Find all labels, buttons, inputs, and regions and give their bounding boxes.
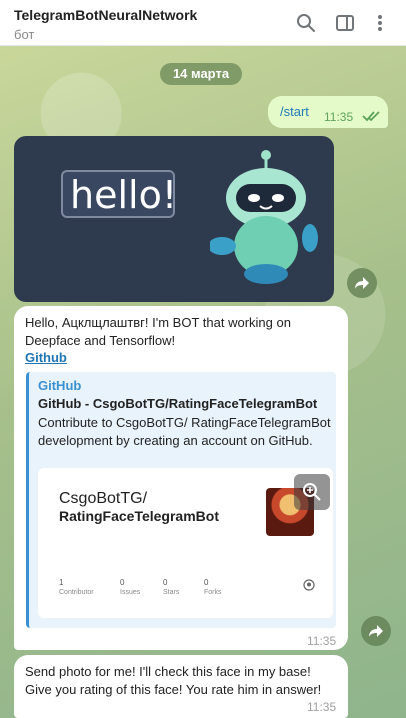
preview-description: Contribute to CsgoBotTG/ RatingFaceTeleg…	[38, 415, 331, 448]
outgoing-message[interactable]: /start 11:35	[268, 96, 388, 128]
forward-arrow-icon	[369, 625, 383, 637]
repo-name: RatingFaceTelegramBot	[59, 508, 219, 524]
double-check-icon	[362, 111, 380, 122]
message-text[interactable]: Hello, Ацклщлаштвг! I'm BOT that working…	[25, 314, 325, 350]
stat-stars: 0 Stars	[163, 578, 179, 596]
message-time: 11:35	[307, 700, 337, 714]
stat-forks-value: 0	[204, 578, 209, 587]
message-text[interactable]: Send photo for me! I'll check this face …	[25, 663, 345, 699]
message-time: 11:35	[324, 110, 354, 124]
stat-stars-value: 0	[163, 578, 168, 587]
chat-subtitle: бот	[14, 27, 35, 42]
github-icon	[303, 579, 315, 591]
message-time: 11:35	[307, 634, 337, 648]
preview-image[interactable]: CsgoBotTG/ RatingFaceTelegramBot 1 Contr…	[38, 468, 333, 618]
stat-issues-label: Issues	[120, 589, 141, 596]
robot-illustration	[210, 150, 318, 284]
stat-contributors-value: 1	[59, 578, 64, 587]
stat-issues-value: 0	[120, 578, 125, 587]
stat-contributors: 1 Contributor	[59, 578, 94, 596]
stat-forks-label: Forks	[204, 589, 222, 596]
github-link[interactable]: Github	[25, 350, 67, 365]
chat-title[interactable]: TelegramBotNeuralNetwork	[14, 7, 197, 23]
chat-header: TelegramBotNeuralNetwork бот	[0, 0, 406, 46]
forward-button[interactable]	[347, 268, 377, 298]
stat-issues: 0 Issues	[120, 578, 140, 596]
zoom-in-icon	[303, 483, 321, 501]
forward-button[interactable]	[361, 616, 391, 646]
stat-forks: 0 Forks	[204, 578, 222, 596]
incoming-message[interactable]: Send photo for me! I'll check this face …	[14, 655, 348, 718]
zoom-button[interactable]	[294, 474, 330, 510]
date-separator: 14 марта	[160, 63, 242, 85]
search-icon[interactable]	[296, 13, 316, 33]
incoming-message[interactable]: Hello, Ацклщлаштвг! I'm BOT that working…	[14, 306, 348, 650]
preview-site-name: GitHub	[38, 378, 82, 393]
repo-owner: CsgoBotTG/	[59, 490, 148, 507]
stat-stars-label: Stars	[163, 589, 180, 596]
sidebar-toggle-icon[interactable]	[335, 13, 355, 33]
hello-text: hello!	[70, 173, 178, 217]
link-preview[interactable]: GitHub GitHub - CsgoBotTG/RatingFaceTele…	[26, 372, 336, 628]
more-vertical-icon[interactable]	[370, 13, 390, 33]
preview-title: GitHub - CsgoBotTG/RatingFaceTelegramBot	[38, 396, 318, 411]
forward-arrow-icon	[355, 277, 369, 289]
outgoing-message-text[interactable]: /start	[280, 104, 309, 119]
stat-contributors-label: Contributor	[59, 589, 94, 596]
message-photo[interactable]: hello!	[14, 136, 334, 302]
